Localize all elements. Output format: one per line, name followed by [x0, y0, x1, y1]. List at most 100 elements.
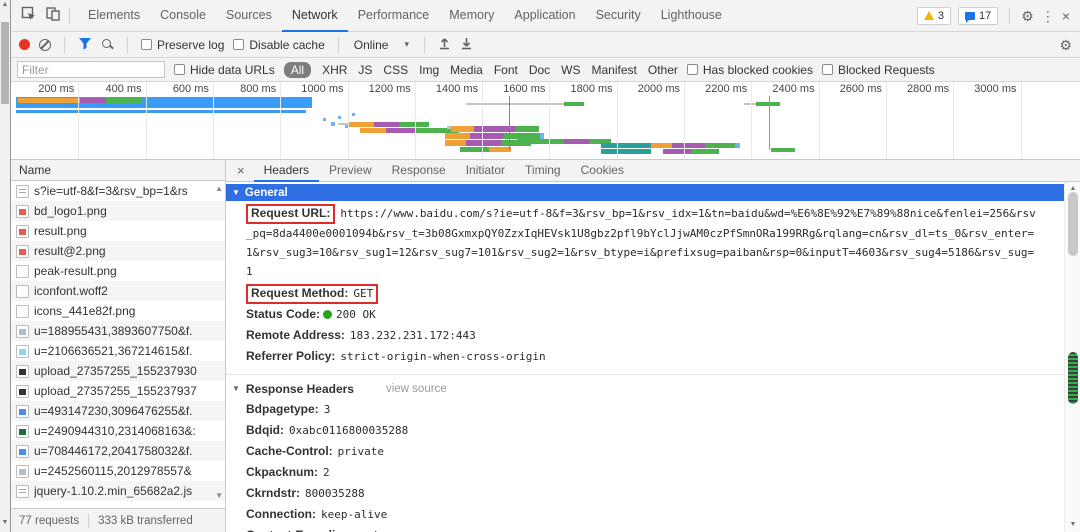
request-row[interactable]: peak-result.png [11, 261, 225, 281]
disable-cache-toggle[interactable]: Disable cache [233, 38, 324, 52]
request-row[interactable]: result@2.png [11, 241, 225, 261]
details-tab-initiator[interactable]: Initiator [456, 160, 515, 182]
view-source-link[interactable]: view source [386, 379, 447, 399]
referrer-policy-row: Referrer Policy:strict-origin-when-cross… [246, 346, 1038, 367]
request-row[interactable]: s?ie=utf-8&f=3&rsv_bp=1&rs [11, 181, 225, 201]
response-header-row: Ckpacknum:2 [246, 462, 1038, 483]
details-scrollbar[interactable]: ▲ ▼ [1064, 182, 1080, 532]
details-scrollbar-thumb[interactable] [1068, 192, 1078, 256]
request-row[interactable]: u=2106636521,367214615&f. [11, 341, 225, 361]
page-scrollbar[interactable]: ▲ ▼ [0, 0, 10, 532]
request-row[interactable]: iconfont.woff2 [11, 281, 225, 301]
export-har-icon[interactable] [460, 36, 473, 53]
timeline-tick-label: 400 ms [84, 83, 142, 95]
device-toolbar-icon[interactable] [45, 6, 61, 25]
throttling-dropdown[interactable]: Online ▾ [352, 38, 411, 52]
list-scroll-down-icon[interactable]: ▼ [215, 491, 223, 500]
request-name: result.png [34, 224, 87, 238]
request-row[interactable]: result.png [11, 221, 225, 241]
blocked-requests-checkbox[interactable] [822, 64, 833, 75]
warnings-badge[interactable]: 3 [917, 7, 951, 25]
disable-cache-checkbox[interactable] [233, 39, 244, 50]
network-overview-timeline[interactable]: 200 ms400 ms600 ms800 ms1000 ms1200 ms14… [11, 82, 1080, 160]
waterfall-bar [445, 133, 471, 139]
hide-data-urls-checkbox[interactable] [174, 64, 185, 75]
type-filter-js[interactable]: JS [358, 63, 372, 77]
filter-input[interactable] [17, 61, 165, 78]
request-name: peak-result.png [34, 264, 117, 278]
tab-application[interactable]: Application [504, 0, 585, 32]
tab-console[interactable]: Console [150, 0, 216, 32]
has-blocked-cookies-toggle[interactable]: Has blocked cookies [687, 63, 813, 77]
preserve-log-toggle[interactable]: Preserve log [141, 38, 224, 52]
response-headers-section-header[interactable]: ▼ Response Headers view source [226, 379, 1064, 399]
details-tab-preview[interactable]: Preview [319, 160, 382, 182]
request-row[interactable]: upload_27357255_155237930 [11, 361, 225, 381]
record-icon[interactable] [19, 39, 30, 50]
has-blocked-cookies-checkbox[interactable] [687, 64, 698, 75]
request-row[interactable]: bd_logo1.png [11, 201, 225, 221]
request-row[interactable]: upload_27357255_155237937 [11, 381, 225, 401]
scroll-down-icon[interactable]: ▼ [0, 518, 10, 528]
more-options-icon[interactable]: ⋮ [1041, 9, 1055, 23]
tab-security[interactable]: Security [586, 0, 651, 32]
type-filter-manifest[interactable]: Manifest [592, 63, 637, 77]
network-settings-gear-icon[interactable]: ⚙ [1059, 38, 1072, 52]
messages-badge[interactable]: 17 [958, 7, 998, 25]
details-tab-cookies[interactable]: Cookies [571, 160, 634, 182]
throttling-value: Online [354, 38, 389, 52]
type-filter-doc[interactable]: Doc [529, 63, 550, 77]
search-icon[interactable] [101, 38, 114, 51]
hide-data-urls-toggle[interactable]: Hide data URLs [174, 63, 275, 77]
import-har-icon[interactable] [438, 36, 451, 53]
details-tab-response[interactable]: Response [382, 160, 456, 182]
tab-elements[interactable]: Elements [78, 0, 150, 32]
type-filter-css[interactable]: CSS [383, 63, 408, 77]
waterfall-bar [691, 149, 719, 154]
close-devtools-icon[interactable]: × [1062, 9, 1070, 23]
type-filter-other[interactable]: Other [648, 63, 678, 77]
tab-lighthouse[interactable]: Lighthouse [651, 0, 732, 32]
name-column-header[interactable]: Name [11, 160, 225, 181]
preserve-log-checkbox[interactable] [141, 39, 152, 50]
general-section-header[interactable]: ▼ General [226, 184, 1064, 201]
file-type-icon [16, 345, 29, 358]
divider [127, 37, 128, 53]
inspect-element-icon[interactable] [21, 6, 37, 25]
waterfall-bar [466, 140, 502, 146]
request-row[interactable]: u=2452560115,2012978557& [11, 461, 225, 481]
type-filter-ws[interactable]: WS [561, 63, 580, 77]
blocked-requests-toggle[interactable]: Blocked Requests [822, 63, 935, 77]
request-row[interactable]: u=708446172,2041758032&f. [11, 441, 225, 461]
type-filter-media[interactable]: Media [450, 63, 483, 77]
header-value: 2 [323, 466, 330, 479]
status-code-value: 200 OK [336, 308, 376, 321]
page-scrollbar-thumb[interactable] [1, 22, 9, 104]
request-row[interactable]: u=493147230,3096476255&f. [11, 401, 225, 421]
request-row[interactable]: u=188955431,3893607750&f. [11, 321, 225, 341]
scroll-up-icon[interactable]: ▲ [0, 0, 10, 10]
close-details-icon[interactable]: × [228, 163, 254, 178]
file-type-icon [16, 265, 29, 278]
details-tab-timing[interactable]: Timing [515, 160, 571, 182]
request-row[interactable]: icons_441e82f.png [11, 301, 225, 321]
type-filter-font[interactable]: Font [494, 63, 518, 77]
settings-gear-icon[interactable]: ⚙ [1021, 9, 1034, 23]
waterfall-bar [331, 122, 335, 126]
type-filter-all[interactable]: All [284, 62, 311, 78]
request-row[interactable]: u=2490944310,2314068163&: [11, 421, 225, 441]
filter-funnel-icon[interactable] [78, 37, 92, 53]
tab-network[interactable]: Network [282, 0, 348, 32]
tab-performance[interactable]: Performance [348, 0, 440, 32]
file-type-icon [16, 405, 29, 418]
request-row[interactable]: jquery-1.10.2.min_65682a2.js [11, 481, 225, 501]
details-scrollbar-marker[interactable] [1068, 352, 1078, 404]
tab-sources[interactable]: Sources [216, 0, 282, 32]
details-tab-headers[interactable]: Headers [254, 160, 319, 182]
type-filter-img[interactable]: Img [419, 63, 439, 77]
tab-memory[interactable]: Memory [439, 0, 504, 32]
clear-icon[interactable] [39, 39, 51, 51]
type-filter-xhr[interactable]: XHR [322, 63, 347, 77]
list-scroll-up-icon[interactable]: ▲ [215, 184, 223, 193]
scroll-down-icon[interactable]: ▼ [1065, 520, 1080, 530]
